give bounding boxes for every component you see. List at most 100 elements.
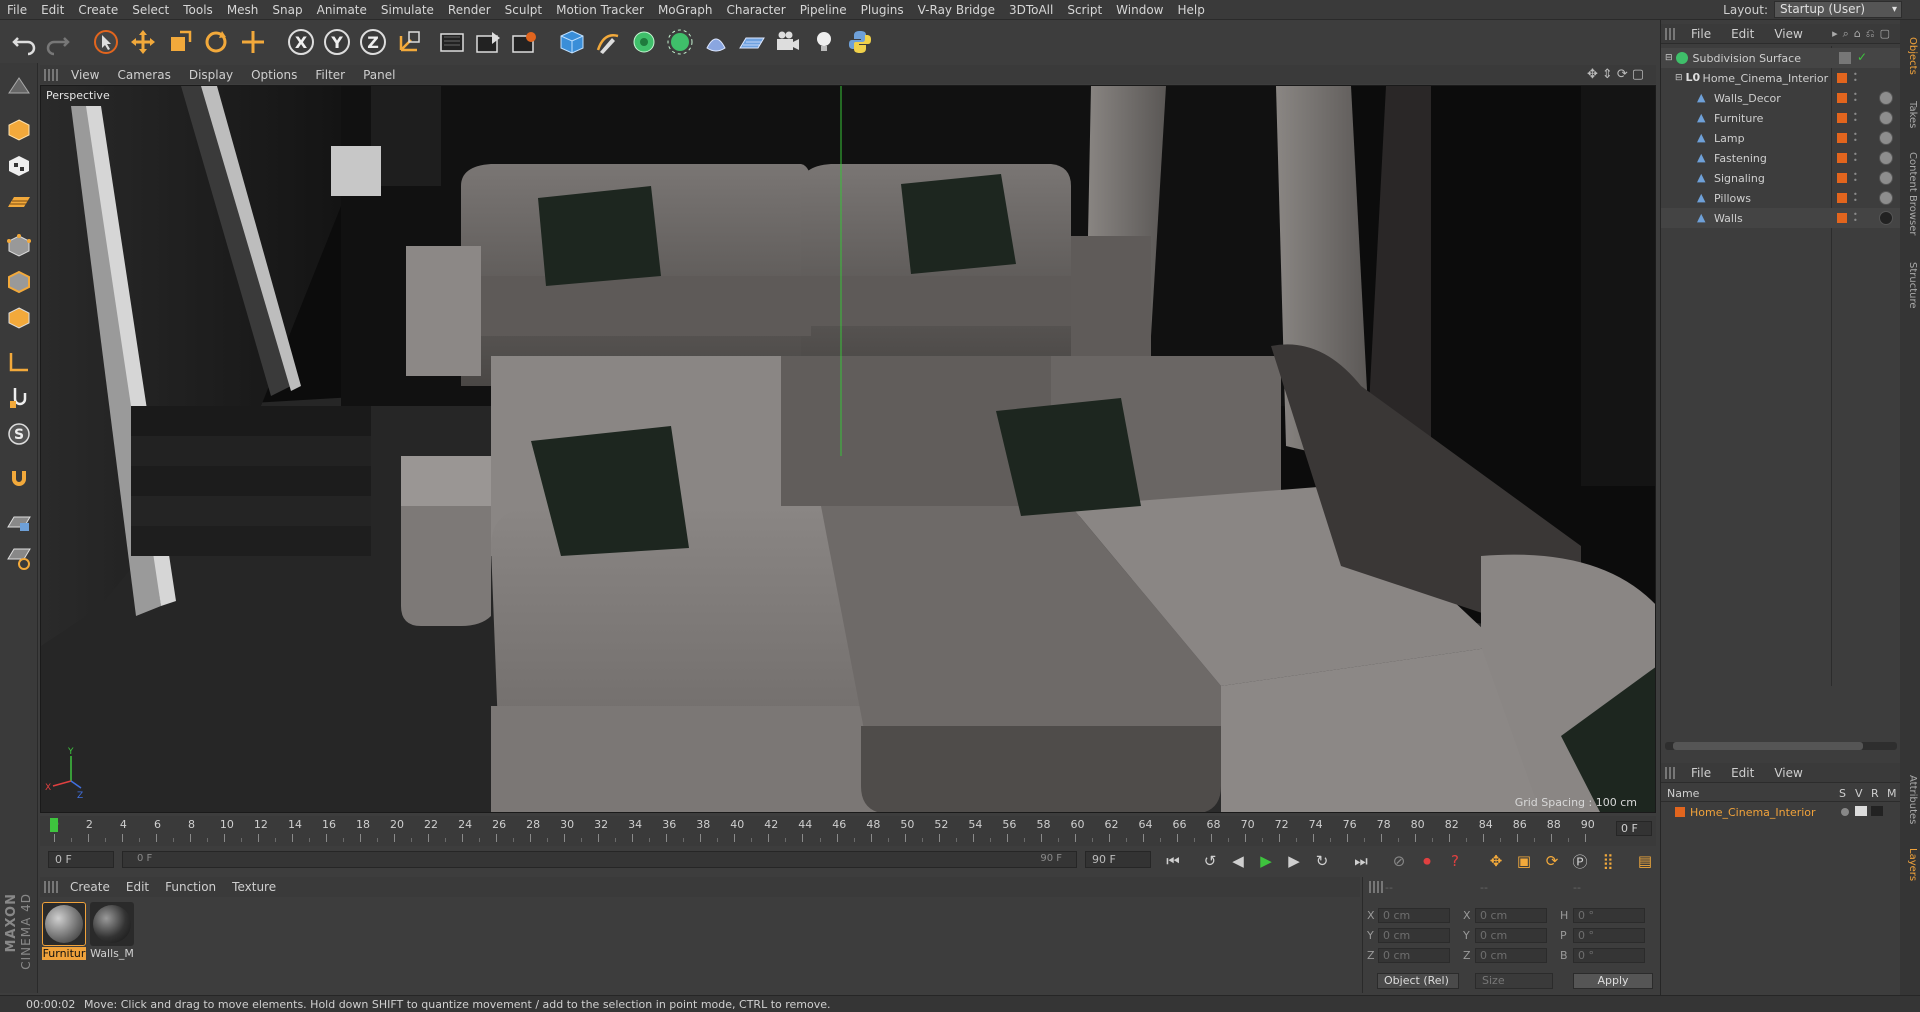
menu-window[interactable]: Window	[1109, 0, 1170, 20]
object-row-furniture[interactable]: ▲ Furniture • •	[1661, 108, 1901, 128]
mograph-cloner-icon[interactable]	[664, 23, 696, 60]
visibility-dots[interactable]: • •	[1853, 171, 1858, 185]
apply-button[interactable]: Apply	[1573, 973, 1653, 989]
deformer-icon[interactable]	[700, 23, 732, 60]
viewport-menu-panel[interactable]: Panel	[354, 68, 404, 82]
timeline-ruler[interactable]: 0246810121416182022242628303234363840424…	[40, 816, 1656, 846]
material-swatch-furniture[interactable]: Furnitur	[42, 902, 86, 960]
texture-mode-icon[interactable]	[4, 151, 34, 181]
material-menu-edit[interactable]: Edit	[118, 880, 157, 894]
playhead-marker[interactable]	[50, 818, 58, 832]
autokeying-icon[interactable]: ?	[1444, 850, 1466, 872]
layer-solo-icon[interactable]	[1841, 808, 1849, 816]
coordinate-mode-dropdown[interactable]: Object (Rel)	[1377, 973, 1459, 989]
material-tag-icon[interactable]	[1879, 191, 1893, 205]
menu-create[interactable]: Create	[71, 0, 125, 20]
viewport-menu-display[interactable]: Display	[180, 68, 242, 82]
material-tag-icon[interactable]	[1879, 111, 1893, 125]
axis-x-lock[interactable]: X	[285, 23, 317, 60]
menu-render[interactable]: Render	[441, 0, 498, 20]
rotation-b-field[interactable]: 0 °	[1573, 948, 1645, 963]
menu-character[interactable]: Character	[719, 0, 792, 20]
coordinate-system-icon[interactable]	[393, 23, 425, 60]
layers-menu-edit[interactable]: Edit	[1721, 766, 1764, 780]
panel-grip-icon[interactable]	[1369, 881, 1383, 893]
material-menu-texture[interactable]: Texture	[224, 880, 284, 894]
edges-mode-icon[interactable]	[4, 267, 34, 297]
visibility-dots[interactable]: • •	[1853, 131, 1858, 145]
material-menu-create[interactable]: Create	[62, 880, 118, 894]
panel-grip-icon[interactable]	[44, 881, 58, 893]
current-frame-field[interactable]: 0 F	[1616, 821, 1652, 836]
menu-vray-bridge[interactable]: V-Ray Bridge	[911, 0, 1002, 20]
start-frame-field[interactable]: 0 F	[48, 851, 114, 868]
light-icon[interactable]	[808, 23, 840, 60]
position-z-field[interactable]: 0 cm	[1378, 948, 1450, 963]
viewport-menu-cameras[interactable]: Cameras	[108, 68, 179, 82]
material-swatch-walls[interactable]: Walls_M	[90, 902, 134, 960]
material-tag-icon[interactable]	[1879, 91, 1893, 105]
menu-help[interactable]: Help	[1170, 0, 1211, 20]
side-tab-layers[interactable]: Layers	[1902, 840, 1918, 890]
pen-spline-icon[interactable]	[592, 23, 624, 60]
menu-3dtoall[interactable]: 3DToAll	[1002, 0, 1060, 20]
floor-scene-icon[interactable]	[736, 23, 768, 60]
scale-tool-icon[interactable]	[164, 23, 196, 60]
python-icon[interactable]	[844, 23, 876, 60]
render-picture-viewer-icon[interactable]	[472, 23, 504, 60]
layers-menu-view[interactable]: View	[1764, 766, 1812, 780]
render-view-icon[interactable]	[436, 23, 468, 60]
axis-z-lock[interactable]: Z	[357, 23, 389, 60]
layer-visible-icon[interactable]	[1855, 806, 1867, 816]
material-menu-function[interactable]: Function	[157, 880, 224, 894]
size-mode-dropdown[interactable]: Size	[1475, 973, 1553, 989]
transform-tool-icon[interactable]	[237, 23, 269, 60]
menu-file[interactable]: File	[0, 0, 34, 20]
undo-icon[interactable]	[8, 23, 40, 60]
side-tab-attributes[interactable]: Attributes	[1902, 765, 1918, 835]
object-row-lamp[interactable]: ▲ Lamp • •	[1661, 128, 1901, 148]
panel-grip-icon[interactable]	[1665, 27, 1677, 40]
record-position-icon[interactable]: ⊘	[1388, 850, 1410, 872]
objects-menu-view[interactable]: View	[1764, 27, 1812, 41]
rotation-h-field[interactable]: 0 °	[1573, 908, 1645, 923]
axis-y-lock[interactable]: Y	[321, 23, 353, 60]
object-row-fastening[interactable]: ▲ Fastening • •	[1661, 148, 1901, 168]
previous-frame-icon[interactable]: ◀	[1227, 850, 1249, 872]
snap-magnet-icon[interactable]	[4, 463, 34, 493]
play-icon[interactable]: ▶	[1255, 850, 1277, 872]
object-row-signaling[interactable]: ▲ Signaling • •	[1661, 168, 1901, 188]
redo-icon[interactable]	[42, 23, 74, 60]
timeline-window-icon[interactable]: ▤	[1634, 850, 1656, 872]
visibility-dots[interactable]: • •	[1853, 91, 1858, 105]
position-y-field[interactable]: 0 cm	[1378, 928, 1450, 943]
visibility-dots[interactable]: • •	[1853, 71, 1858, 85]
menu-mesh[interactable]: Mesh	[220, 0, 266, 20]
side-tab-objects[interactable]: Objects	[1902, 26, 1918, 86]
menu-plugins[interactable]: Plugins	[854, 0, 911, 20]
subdivision-generator-icon[interactable]	[628, 23, 660, 60]
object-manager-nav-icons[interactable]: ▸⌕⌂⎌▢	[1832, 27, 1895, 41]
lock-workplane-icon[interactable]	[4, 507, 34, 537]
camera-icon[interactable]	[772, 23, 804, 60]
size-y-field[interactable]: 0 cm	[1475, 928, 1547, 943]
axis-mode-icon[interactable]	[4, 347, 34, 377]
key-position-icon[interactable]: ✥	[1485, 850, 1507, 872]
position-x-field[interactable]: 0 cm	[1378, 908, 1450, 923]
menu-simulate[interactable]: Simulate	[374, 0, 441, 20]
material-tag-icon[interactable]	[1879, 211, 1893, 225]
side-tab-takes[interactable]: Takes	[1902, 90, 1918, 140]
viewport-menu-view[interactable]: View	[62, 68, 108, 82]
panel-grip-icon[interactable]	[44, 68, 58, 81]
object-row-home-cinema-interior[interactable]: ⊟ L0 Home_Cinema_Interior • •	[1661, 68, 1901, 88]
perspective-viewport[interactable]: Y X Z Perspective Grid Spacing : 100 cm	[40, 85, 1656, 813]
edit-render-settings-icon[interactable]	[508, 23, 540, 60]
end-frame-field[interactable]: 90 F	[1085, 851, 1151, 868]
live-selection-icon[interactable]	[90, 23, 122, 60]
menu-select[interactable]: Select	[125, 0, 176, 20]
menu-sculpt[interactable]: Sculpt	[498, 0, 549, 20]
visibility-dots[interactable]: • •	[1853, 191, 1858, 205]
objects-menu-edit[interactable]: Edit	[1721, 27, 1764, 41]
key-scale-icon[interactable]: ▣	[1513, 850, 1535, 872]
key-pla-icon[interactable]: ⣿	[1597, 850, 1619, 872]
